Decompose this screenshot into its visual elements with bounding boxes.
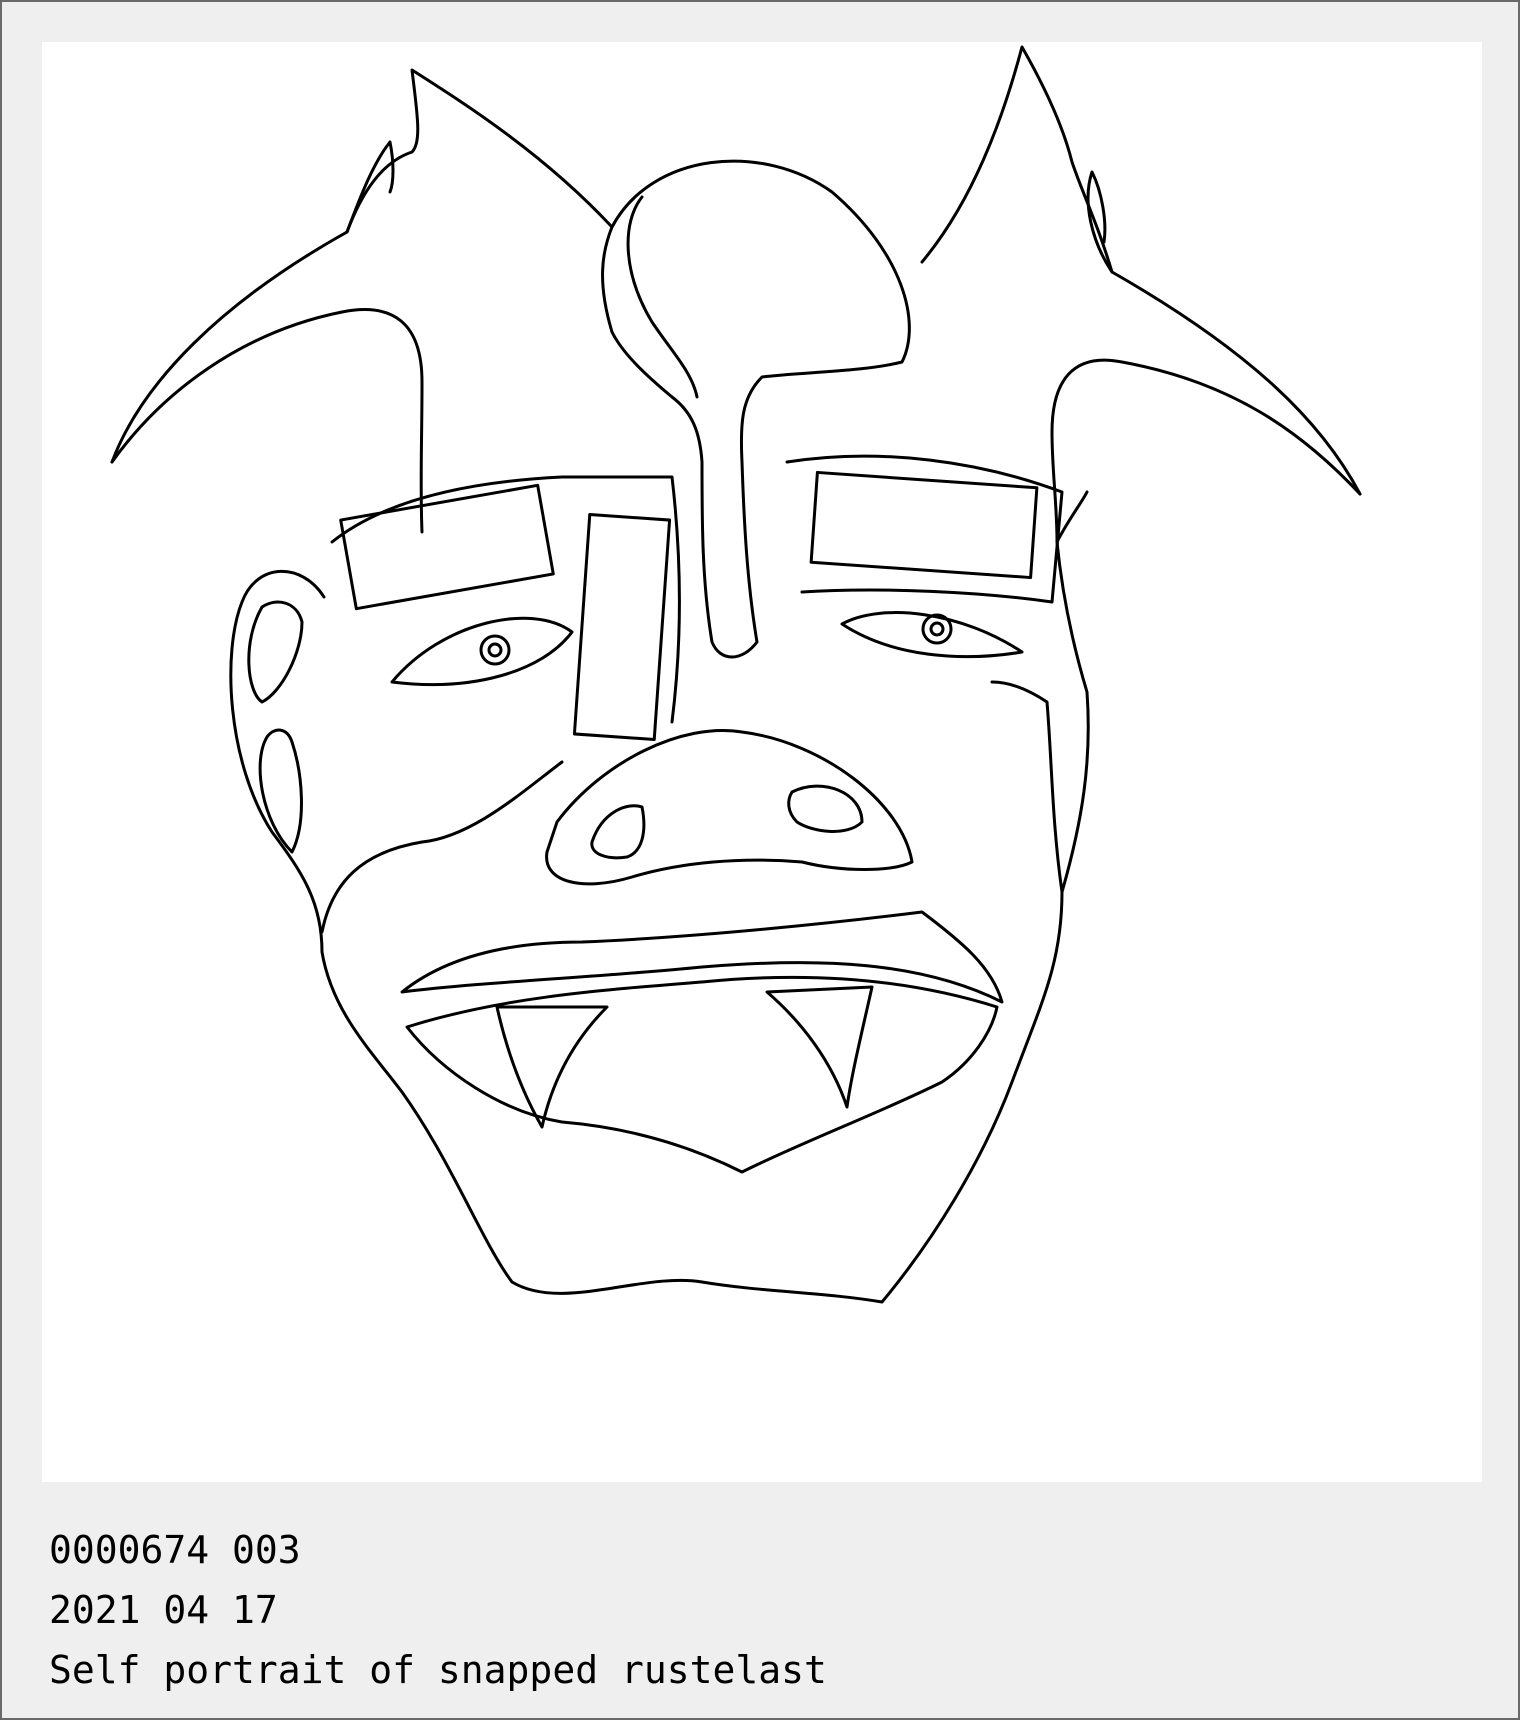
- right-brow-panel: [809, 470, 1039, 580]
- left-horn-inner: [110, 308, 424, 534]
- left-cheek-contour: [320, 760, 564, 934]
- right-pupil: [921, 613, 953, 645]
- upper-lip: [400, 910, 1004, 1004]
- artwork-canvas: [42, 42, 1482, 1482]
- face-outline: [229, 490, 1090, 1304]
- left-pupil-ring: [487, 642, 503, 658]
- artwork-date: 2021 04 17: [49, 1588, 278, 1632]
- left-nostril: [590, 804, 646, 860]
- mask-drawing: [110, 45, 1362, 1304]
- right-cheek-contour: [990, 680, 1064, 894]
- artwork-title: Self portrait of snapped rustelast: [49, 1648, 827, 1692]
- right-horn: [920, 45, 1362, 496]
- artwork-frame: 0000674 003 2021 04 17 Self portrait of …: [0, 0, 1520, 1720]
- left-cheek-loop-lower: [258, 728, 303, 854]
- left-pupil: [479, 634, 511, 666]
- right-fang: [765, 985, 874, 1109]
- left-brow-panel: [339, 483, 555, 611]
- left-nose-bridge-panel: [572, 512, 672, 742]
- artwork-id: 0000674 003: [49, 1528, 301, 1572]
- forehead-orb: [610, 159, 911, 659]
- caption-block: 0000674 003 2021 04 17 Self portrait of …: [49, 1520, 827, 1700]
- left-horn: [110, 68, 614, 464]
- right-pupil-ring: [929, 621, 945, 637]
- left-cheek-loop: [247, 600, 304, 704]
- right-nostril: [787, 784, 864, 833]
- right-brow: [785, 454, 1064, 604]
- mouth: [405, 975, 999, 1174]
- right-horn-inner: [1050, 358, 1362, 544]
